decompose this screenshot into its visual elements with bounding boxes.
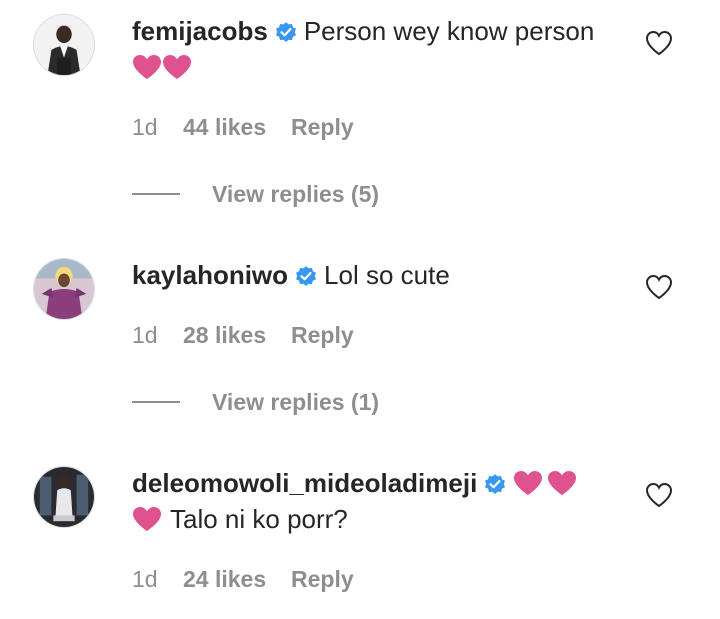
divider-line xyxy=(132,193,180,195)
comment-text-block: femijacobs Person wey know person xyxy=(132,13,622,85)
pink-heart-emoji xyxy=(132,54,162,80)
avatar[interactable] xyxy=(33,258,95,320)
view-replies-label: View replies (1) xyxy=(212,388,380,415)
verified-badge-icon xyxy=(274,20,298,44)
view-replies-button[interactable]: View replies (1) xyxy=(132,388,379,416)
timestamp: 1d xyxy=(132,322,158,348)
username[interactable]: deleomowoli_mideoladimeji xyxy=(132,468,477,498)
view-replies-label: View replies (5) xyxy=(212,180,380,207)
pink-heart-emoji xyxy=(547,470,577,496)
username[interactable]: kaylahoniwo xyxy=(132,260,288,290)
avatar[interactable] xyxy=(33,14,95,76)
divider-line xyxy=(132,401,180,403)
pink-heart-emoji xyxy=(513,470,543,496)
likes-count[interactable]: 28 likes xyxy=(183,321,291,349)
heart-outline-icon[interactable] xyxy=(645,30,673,56)
verified-badge-icon xyxy=(294,264,318,288)
comment-meta: 1d 24 likes Reply xyxy=(132,565,354,593)
heart-outline-icon[interactable] xyxy=(645,274,673,300)
reply-button[interactable]: Reply xyxy=(291,565,354,593)
timestamp: 1d xyxy=(132,114,158,140)
likes-count[interactable]: 44 likes xyxy=(183,113,291,141)
heart-outline-icon[interactable] xyxy=(645,482,673,508)
reply-button[interactable]: Reply xyxy=(291,113,354,141)
comment-text: Lol so cute xyxy=(324,260,450,290)
view-replies-button[interactable]: View replies (5) xyxy=(132,180,379,208)
pink-heart-emoji xyxy=(132,506,162,532)
pink-heart-emoji xyxy=(162,54,192,80)
avatar[interactable] xyxy=(33,466,95,528)
comment-meta: 1d 28 likes Reply xyxy=(132,321,354,349)
comment-text: Talo ni ko porr? xyxy=(170,504,348,534)
comment-text-block: deleomowoli_mideoladimeji Talo ni ko por… xyxy=(132,465,622,537)
reply-button[interactable]: Reply xyxy=(291,321,354,349)
comment-text: Person wey know person xyxy=(303,16,595,46)
likes-count[interactable]: 24 likes xyxy=(183,565,291,593)
comment-meta: 1d 44 likes Reply xyxy=(132,113,354,141)
timestamp: 1d xyxy=(132,566,158,592)
username[interactable]: femijacobs xyxy=(132,16,268,46)
comment-text-block: kaylahoniwo Lol so cute xyxy=(132,257,622,293)
verified-badge-icon xyxy=(483,472,507,496)
